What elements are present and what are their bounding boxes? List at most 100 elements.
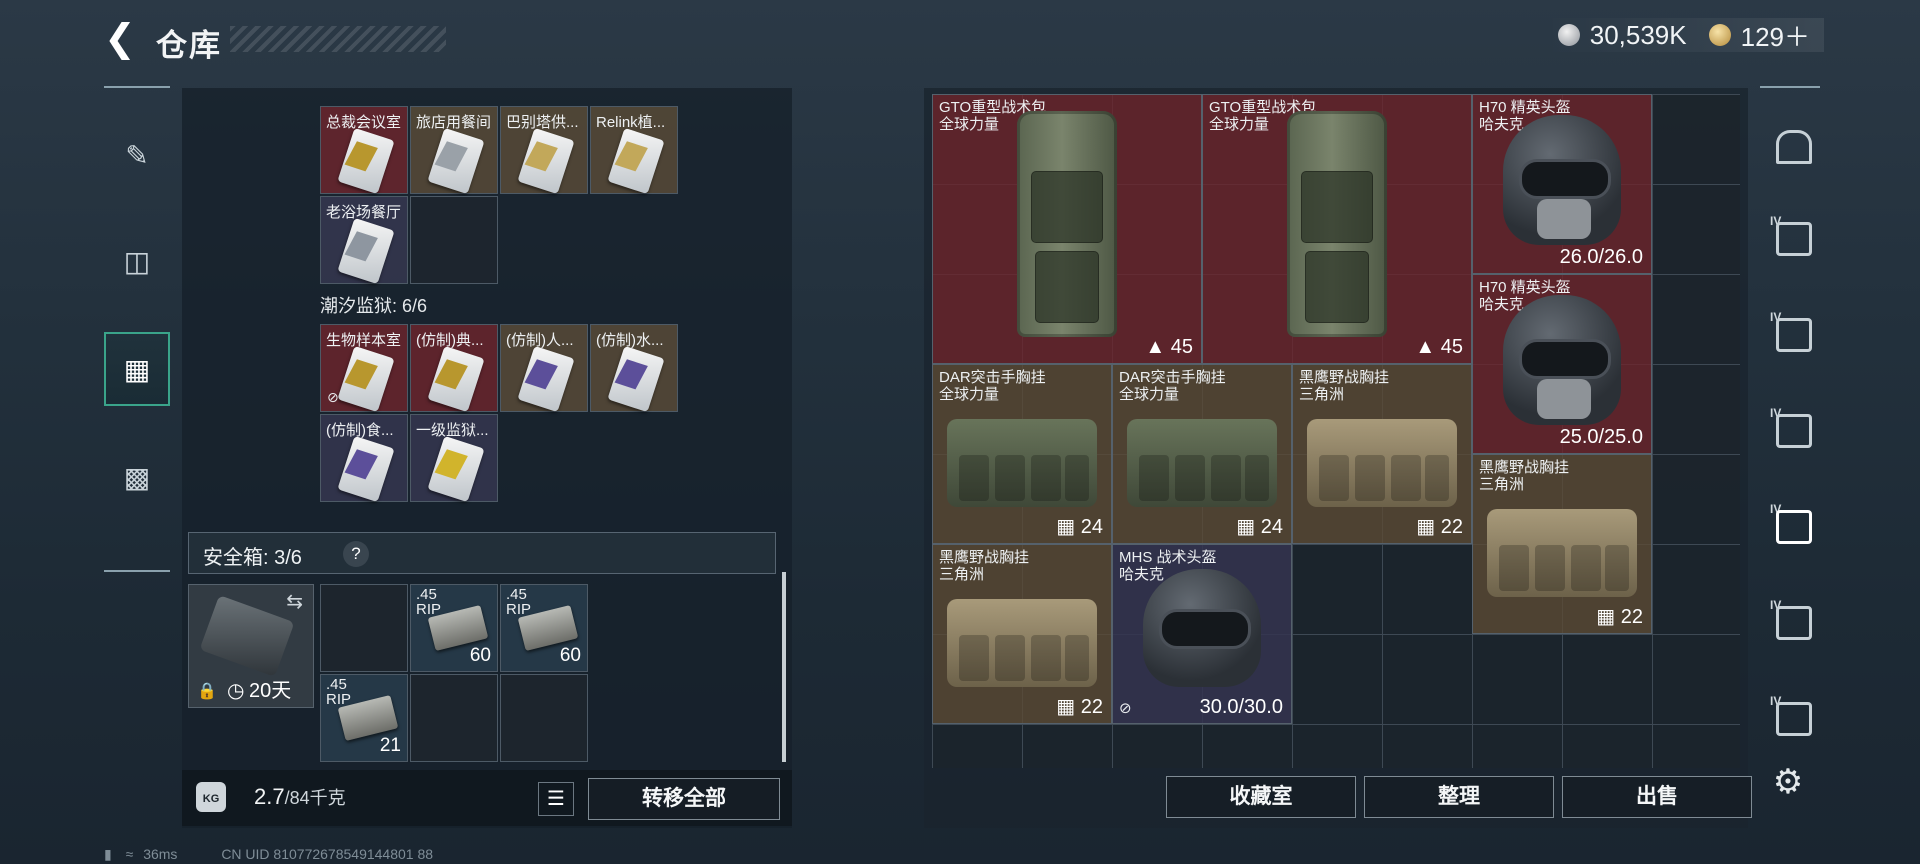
ammo-slot[interactable]: .45 RIP 60 <box>500 584 588 672</box>
inventory-item[interactable]: H70 精英头盔 哈夫克 25.0/25.0 <box>1472 274 1652 454</box>
gun-case-icon[interactable]: IV <box>1770 310 1814 354</box>
safe-box-timer: 20天 <box>249 680 292 702</box>
list-item[interactable]: (仿制)水... <box>590 324 678 413</box>
durability-value: 26.0/26.0 <box>1559 246 1643 268</box>
helmet-image <box>1143 569 1261 687</box>
item-label: 生物样本室 <box>326 332 402 349</box>
ammo-count: 60 <box>469 645 491 666</box>
transfer-all-button[interactable]: 转移全部 <box>588 778 780 820</box>
left-nav: ✎ ◫ ▦ ▩ <box>104 86 170 572</box>
safe-box-label: 安全箱: 3/6 <box>203 547 302 569</box>
container-sidebar: IV IV IV IV IV IV <box>1760 86 1820 738</box>
empty-slot[interactable] <box>410 196 498 284</box>
armor-icon[interactable]: ◫ <box>104 224 170 298</box>
inventory-item[interactable]: GTO重型战术包 全球力量 ▲ 45 <box>1202 94 1472 364</box>
ping-value: 36ms <box>143 846 178 862</box>
inventory-item[interactable]: H70 精英头盔 哈夫克 26.0/26.0 <box>1472 94 1652 274</box>
backpack-image <box>1017 111 1117 337</box>
durability-value: 30.0/30.0 <box>1199 696 1283 718</box>
toolbox-icon[interactable]: ▩ <box>104 440 170 514</box>
capacity-badge: ▲ 45 <box>1415 336 1463 358</box>
durability-value: 25.0/25.0 <box>1559 426 1643 448</box>
inventory-item[interactable]: GTO重型战术包 全球力量 ▲ 45 <box>932 94 1202 364</box>
list-item[interactable]: 巴别塔供... <box>500 106 588 195</box>
inventory-item[interactable]: 黑鹰野战胸挂 三角洲 ▦ 22 <box>932 544 1112 724</box>
ammo-slot[interactable]: .45 RIP 21 <box>320 674 408 762</box>
currency-bar: 30,539K 129＋ <box>1543 18 1824 52</box>
sell-button[interactable]: 出售 <box>1562 776 1752 818</box>
silver-coin-icon <box>1557 24 1580 46</box>
item-label: DAR突击手胸挂 全球力量 <box>939 369 1046 403</box>
medkit-icon[interactable]: IV <box>1770 598 1814 642</box>
back-icon[interactable]: ❮ <box>104 20 140 58</box>
gear-icon[interactable]: ⚙ <box>1770 764 1806 800</box>
capacity-badge: ▦ 24 <box>1236 516 1283 538</box>
vest-image <box>1127 419 1277 507</box>
organize-button[interactable]: 整理 <box>1364 776 1554 818</box>
list-item[interactable]: 一级监狱... <box>410 414 498 503</box>
weight-current: 2.7 <box>254 784 285 809</box>
swap-icon[interactable]: ⇆ <box>286 589 303 614</box>
weight-icon: KG <box>196 782 226 812</box>
inventory-item[interactable]: 黑鹰野战胸挂 三角洲 ▦ 22 <box>1292 364 1472 544</box>
item-label: 黑鹰野战胸挂 三角洲 <box>1299 369 1390 403</box>
gold-currency-value: 129＋ <box>1740 21 1810 52</box>
title-decoration <box>230 26 446 52</box>
item-label: 老浴场餐厅 <box>326 204 402 221</box>
gun-icon[interactable]: ✎ <box>104 118 170 192</box>
list-view-icon[interactable]: ☰ <box>538 782 574 816</box>
ammo-slot[interactable]: .45 RIP 60 <box>410 584 498 672</box>
triangle-box-icon[interactable]: IV <box>1770 502 1814 546</box>
inventory-item[interactable]: DAR突击手胸挂 全球力量 ▦ 24 <box>932 364 1112 544</box>
item-label: DAR突击手胸挂 全球力量 <box>1119 369 1226 403</box>
section-title: 潮汐监狱: 6/6 <box>320 296 428 316</box>
weight-max: /84千克 <box>284 788 346 808</box>
list-item[interactable]: 总裁会议室 <box>320 106 408 195</box>
safe-box[interactable]: ⇆ 🔒 ◷ 20天 <box>188 584 314 708</box>
ammo-count: 60 <box>559 645 581 666</box>
inventory-item[interactable]: DAR突击手胸挂 全球力量 ▦ 24 <box>1112 364 1292 544</box>
triangle-box-icon[interactable]: IV <box>1770 406 1814 450</box>
inventory-item[interactable]: 黑鹰野战胸挂 三角洲 ▦ 22 <box>1472 454 1652 634</box>
list-item[interactable]: 老浴场餐厅 <box>320 196 408 285</box>
lock-icon: 🔒 <box>197 683 217 700</box>
weight-bar: KG 2.7/84千克 ☰ 转移全部 <box>182 770 792 826</box>
home-icon[interactable] <box>1770 122 1814 166</box>
collection-room-button[interactable]: 收藏室 <box>1166 776 1356 818</box>
list-item[interactable]: (仿制)典... <box>410 324 498 413</box>
item-label: 黑鹰野战胸挂 三角洲 <box>1479 459 1570 493</box>
uid-text: CN UID 810772678549144801 88 <box>221 846 434 862</box>
capacity-badge: ▲ 45 <box>1145 336 1193 358</box>
list-item[interactable]: (仿制)食... <box>320 414 408 503</box>
ammo-box-icon[interactable]: IV <box>1770 694 1814 738</box>
backpack-icon[interactable]: ▦ <box>104 332 170 406</box>
list-item[interactable]: Relink植... <box>590 106 678 195</box>
capacity-badge: ▦ 22 <box>1056 696 1103 718</box>
inventory-item[interactable]: MHS 战术头盔 哈夫克 ⊘ 30.0/30.0 <box>1112 544 1292 724</box>
helmet-image <box>1503 295 1621 425</box>
clock-icon: ◷ <box>227 680 245 702</box>
no-carry-icon: ⊘ <box>1119 700 1132 717</box>
list-item[interactable]: 旅店用餐间 <box>410 106 498 195</box>
gold-coin-icon <box>1708 24 1731 46</box>
help-icon[interactable]: ? <box>343 541 369 567</box>
item-label: 一级监狱... <box>416 422 489 439</box>
vest-image <box>947 419 1097 507</box>
vest-image <box>1307 419 1457 507</box>
inventory-grid: GTO重型战术包 全球力量 ▲ 45 GTO重型战术包 全球力量 ▲ 45 H70 … <box>932 94 1740 768</box>
wifi-icon: ≈ <box>125 846 134 862</box>
item-label: (仿制)典... <box>416 332 484 349</box>
folder-icon[interactable]: IV <box>1770 214 1814 258</box>
empty-slot[interactable] <box>410 674 498 762</box>
scrollbar[interactable] <box>782 572 786 762</box>
empty-slot[interactable] <box>320 584 408 672</box>
list-item[interactable]: 生物样本室 ⊘ <box>320 324 408 413</box>
list-item[interactable]: (仿制)人... <box>500 324 588 413</box>
empty-slot[interactable] <box>500 674 588 762</box>
ammo-label: .45 RIP <box>506 586 532 618</box>
capacity-badge: ▦ 22 <box>1596 606 1643 628</box>
ammo-label: .45 RIP <box>416 586 442 618</box>
safe-box-image <box>199 595 295 677</box>
capacity-badge: ▦ 24 <box>1056 516 1103 538</box>
no-carry-icon: ⊘ <box>327 389 339 405</box>
